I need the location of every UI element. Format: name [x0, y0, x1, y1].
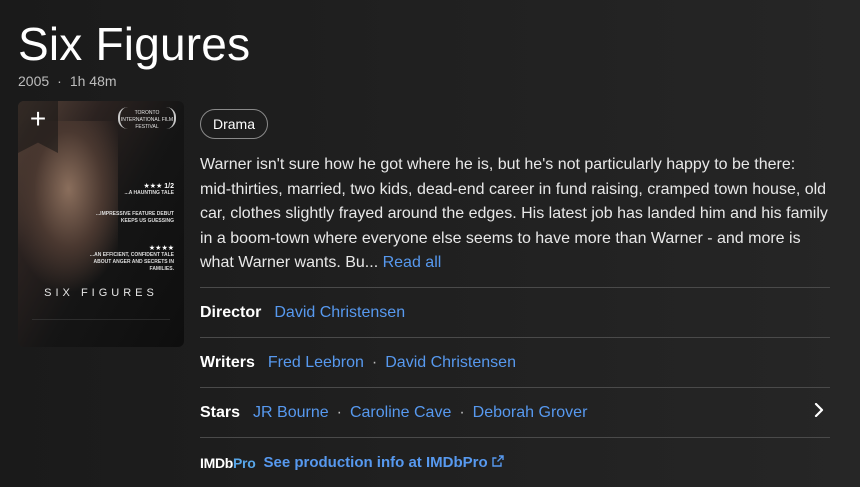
external-link-icon[interactable]	[491, 454, 504, 472]
list-separator: ·	[371, 353, 378, 371]
imdbpro-link[interactable]: See production info at IMDbPro	[263, 454, 487, 471]
star-link[interactable]: JR Bourne	[253, 404, 329, 422]
plot-text: Warner isn't sure how he got where he is…	[200, 156, 828, 271]
title-metadata: 2005 · 1h 48m	[18, 73, 117, 89]
director-row: Director David Christensen	[200, 287, 830, 337]
stars-label[interactable]: Stars	[200, 404, 240, 422]
star-link[interactable]: Caroline Cave	[350, 404, 451, 422]
read-all-link[interactable]: Read all	[383, 254, 442, 271]
star-link[interactable]: Deborah Grover	[473, 404, 588, 422]
poster-title: SIX FIGURES	[44, 287, 158, 299]
plot-summary: Warner isn't sure how he got where he is…	[200, 153, 830, 276]
writers-label[interactable]: Writers	[200, 354, 255, 372]
poster-quote: ...IMPRESSIVE FEATURE DEBUT KEEPS US GUE…	[96, 211, 174, 224]
imdbpro-row: IMDbPro See production info at IMDbPro	[200, 437, 830, 487]
poster-credits	[32, 319, 170, 332]
poster-quote: ★★★ 1/2 ...A HAUNTING TALE	[124, 183, 174, 196]
director-label[interactable]: Director	[200, 304, 261, 322]
stars-row[interactable]: Stars JR Bourne · Caroline Cave · Debora…	[200, 387, 830, 437]
list-separator: ·	[336, 403, 342, 421]
festival-laurel: TORONTO INTERNATIONAL FILM FESTIVAL	[118, 107, 176, 130]
chevron-right-icon[interactable]	[814, 402, 824, 422]
poster-quote: ★★★★ ...AN EFFICIENT, CONFIDENT TALE ABO…	[89, 245, 174, 272]
writer-link[interactable]: David Christensen	[385, 354, 516, 372]
director-link[interactable]: David Christensen	[274, 304, 405, 322]
meta-separator: ·	[57, 73, 62, 89]
release-year[interactable]: 2005	[18, 73, 49, 89]
writer-link[interactable]: Fred Leebron	[268, 354, 364, 372]
genre-chip-drama[interactable]: Drama	[200, 109, 269, 139]
credits-list: Director David Christensen Writers Fred …	[200, 287, 830, 487]
runtime: 1h 48m	[69, 73, 117, 89]
writers-row: Writers Fred Leebron · David Christensen	[200, 337, 830, 387]
page-title: Six Figures	[18, 18, 251, 70]
list-separator: ·	[459, 403, 465, 421]
imdbpro-logo: IMDbPro	[200, 454, 256, 471]
poster-image[interactable]: + TORONTO INTERNATIONAL FILM FESTIVAL ★★…	[18, 101, 184, 347]
